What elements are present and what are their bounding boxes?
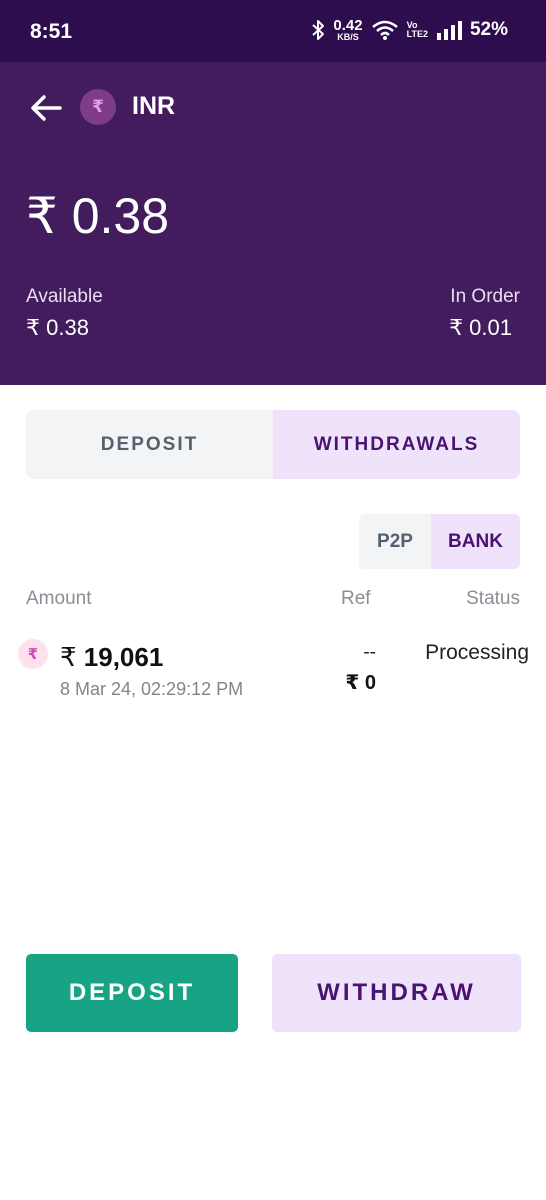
network-speed: 0.42 KB/S: [333, 17, 363, 42]
tab-withdrawals[interactable]: WITHDRAWALS: [273, 410, 520, 479]
rupee-coin-icon: ₹: [80, 89, 116, 125]
available-label: Available: [26, 286, 103, 307]
bluetooth-icon: [312, 20, 325, 40]
method-segment: P2P BANK: [359, 514, 520, 569]
history-tabs: DEPOSIT WITHDRAWALS: [26, 410, 520, 479]
back-arrow-icon: [31, 95, 62, 121]
tab-deposit[interactable]: DEPOSIT: [26, 410, 273, 479]
wifi-icon: [371, 20, 398, 40]
column-header-status: Status: [466, 588, 520, 609]
transaction-status: Processing: [425, 641, 529, 664]
transaction-ref-amount: ₹ 0: [345, 672, 376, 694]
back-button[interactable]: [28, 90, 64, 126]
transaction-ref: --: [363, 642, 376, 663]
transaction-amount: ₹ 19,061: [60, 642, 163, 673]
transaction-date: 8 Mar 24, 02:29:12 PM: [60, 679, 244, 699]
segment-bank[interactable]: BANK: [431, 514, 520, 569]
status-icons: 0.42 KB/S Vo LTE2 52%: [311, 18, 508, 42]
column-header-ref: Ref: [341, 588, 371, 609]
status-time: 8:51: [30, 20, 73, 43]
wallet-header: ₹ INR ₹ 0.38 Available ₹ 0.38 In Order ₹…: [0, 62, 546, 385]
withdraw-button[interactable]: WITHDRAW: [272, 954, 521, 1032]
volte-indicator: Vo LTE2: [406, 19, 428, 39]
available-value: ₹ 0.38: [26, 315, 89, 340]
amount-currency: ₹: [60, 642, 77, 672]
amount-value: 19,061: [83, 642, 164, 672]
total-balance: ₹ 0.38: [26, 188, 170, 244]
in-order-value: ₹ 0.01: [449, 315, 512, 340]
status-bar: 8:51 0.42 KB/S Vo LTE2 52%: [0, 0, 546, 62]
page-title: INR: [132, 92, 176, 120]
battery-percent: 52%: [469, 19, 508, 40]
signal-icon: [436, 21, 462, 40]
transaction-row[interactable]: ₹ ₹ 19,061 8 Mar 24, 02:29:12 PM -- ₹ 0 …: [0, 630, 546, 730]
deposit-button[interactable]: DEPOSIT: [26, 954, 238, 1032]
rupee-coin-icon: ₹: [18, 639, 48, 669]
column-header-amount: Amount: [26, 588, 92, 609]
segment-p2p[interactable]: P2P: [359, 514, 431, 569]
in-order-label: In Order: [450, 286, 520, 307]
